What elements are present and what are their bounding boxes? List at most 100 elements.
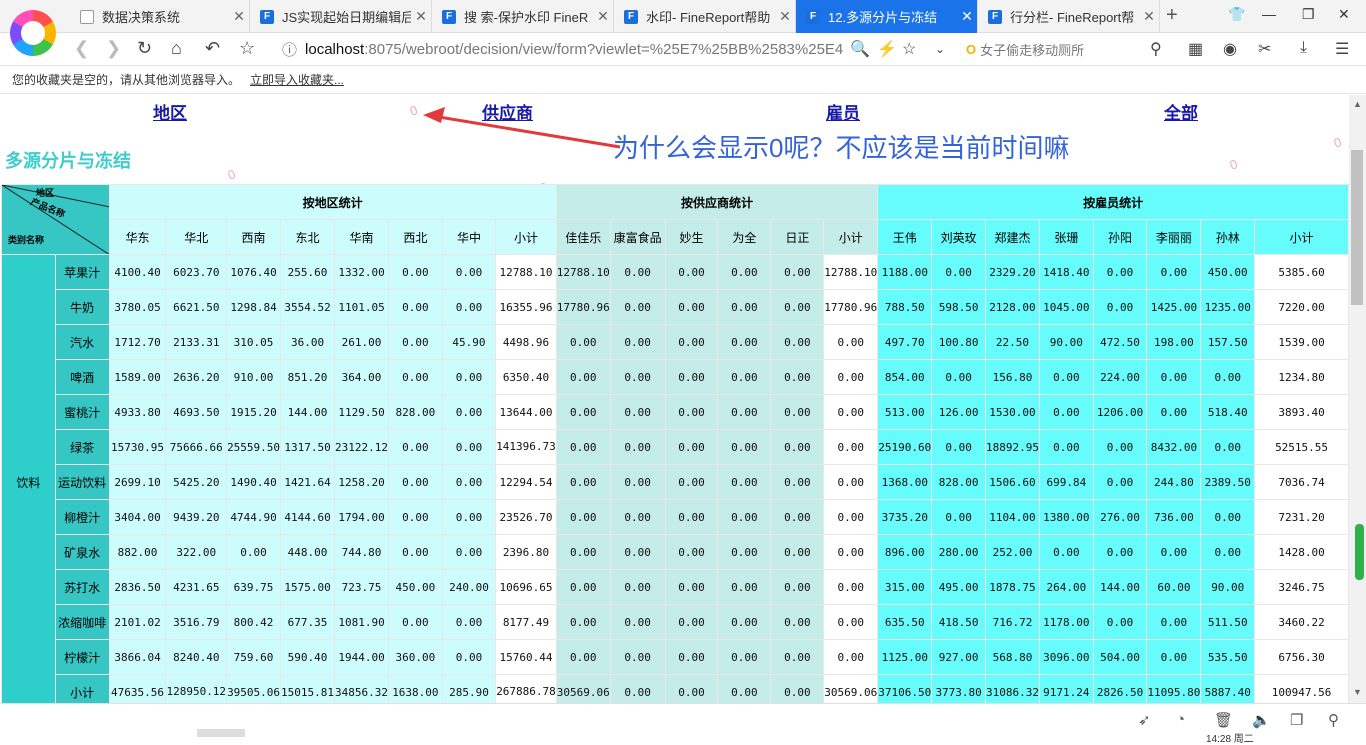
supplier-value-cell: 0.00 [717, 324, 772, 360]
scroll-thumb[interactable] [1351, 150, 1363, 305]
product-name-cell: 运动饮料 [54, 464, 110, 500]
menu-icon[interactable]: ☰ [1335, 39, 1349, 59]
region-value-cell: 255.60 [280, 254, 336, 290]
supplier-value-cell: 0.00 [609, 429, 666, 465]
employee-value-cell: 252.00 [984, 534, 1040, 570]
browser-tab[interactable]: F JS实现起始日期编辑后 ✕ [250, 0, 432, 33]
trash-icon[interactable]: 🗑 [1214, 711, 1233, 729]
region-value-cell: 8177.49 [495, 604, 557, 640]
nav-link-all[interactable]: 全部 [1164, 99, 1198, 124]
employee-value-cell: 518.40 [1200, 394, 1256, 430]
browser-tab[interactable]: F 水印- FineReport帮助 ✕ [614, 0, 796, 33]
rocket-icon[interactable]: ➶ [1138, 711, 1151, 729]
region-value-cell: 15760.44 [495, 639, 557, 675]
tab-close-icon[interactable]: ✕ [229, 8, 249, 25]
column-header: 佳佳乐 [555, 219, 611, 255]
region-value-cell: 1317.50 [280, 429, 336, 465]
employee-value-cell: 3460.22 [1254, 604, 1349, 640]
shirt-skin-icon[interactable]: 👕 [1228, 6, 1245, 23]
column-header: 王伟 [877, 219, 933, 255]
import-favorites-link[interactable]: 立即导入收藏夹... [250, 71, 344, 88]
supplier-value-cell: 0.00 [717, 289, 772, 325]
close-window-icon[interactable]: ✕ [1338, 6, 1350, 23]
favorite-star-icon[interactable]: ☆ [902, 39, 916, 59]
dropdown-chevron-icon[interactable]: ⌄ [935, 42, 945, 56]
browser-tab[interactable]: F 行分栏- FineReport帮 ✕ [978, 0, 1160, 33]
download-icon[interactable]: ⤓ [1300, 39, 1307, 57]
employee-value-cell: 224.00 [1092, 359, 1148, 395]
supplier-value-cell: 0.00 [555, 429, 611, 465]
scroll-down-icon[interactable]: ▼ [1353, 687, 1362, 697]
employee-value-cell: 244.80 [1146, 464, 1202, 500]
scissors-icon[interactable]: ✂ [1258, 39, 1271, 59]
supplier-value-cell: 0.00 [609, 534, 666, 570]
supplier-value-cell: 0.00 [770, 604, 825, 640]
region-value-cell: 12788.10 [495, 254, 557, 290]
region-value-cell: 4933.80 [108, 394, 167, 430]
region-value-cell: 12294.54 [495, 464, 557, 500]
volume-icon[interactable]: 🔈 [1252, 711, 1271, 729]
region-value-cell: 2101.02 [108, 604, 167, 640]
back-icon[interactable]: ❮ [74, 38, 89, 59]
page-icon [80, 9, 94, 24]
finereport-icon: F [806, 9, 820, 24]
search-input[interactable]: O 女子偷走移动厕所 [966, 37, 1170, 62]
tab-close-icon[interactable]: ✕ [1139, 8, 1159, 25]
employee-value-cell: 100947.56 [1254, 674, 1349, 703]
window-icon[interactable]: ❐ [1290, 711, 1303, 729]
nav-link-region[interactable]: 地区 [153, 99, 187, 124]
tab-close-icon[interactable]: ✕ [775, 8, 795, 25]
bookmark-star-icon[interactable]: ☆ [239, 38, 255, 59]
region-value-cell: 6621.50 [165, 289, 228, 325]
tab-close-icon[interactable]: ✕ [957, 8, 977, 25]
supplier-value-cell: 30569.06 [823, 674, 879, 703]
region-value-cell: 75666.66 [165, 429, 228, 465]
employee-value-cell: 0.00 [1092, 254, 1148, 290]
employee-value-cell: 144.00 [1092, 569, 1148, 605]
refresh-speed-icon[interactable]: ◔ [1176, 711, 1185, 728]
vertical-scrollbar[interactable]: ▲ ▼ [1349, 95, 1366, 703]
browser-tab[interactable]: 数据决策系统 ✕ [70, 0, 250, 33]
column-header: 日正 [770, 219, 825, 255]
region-value-cell: 1421.64 [280, 464, 336, 500]
employee-value-cell: 1418.40 [1038, 254, 1094, 290]
tab-close-icon[interactable]: ✕ [593, 8, 613, 25]
employee-value-cell: 198.00 [1146, 324, 1202, 360]
supplier-value-cell: 0.00 [823, 429, 879, 465]
zoom-search-icon[interactable]: ⚲ [1328, 711, 1339, 729]
employee-value-cell: 788.50 [877, 289, 933, 325]
product-name-cell: 苹果汁 [54, 254, 110, 290]
column-header: 小计 [1254, 219, 1349, 255]
tab-close-icon[interactable]: ✕ [411, 8, 431, 25]
region-value-cell: 364.00 [334, 359, 390, 395]
color-circle-icon[interactable]: ◉ [1223, 39, 1237, 59]
undo-icon[interactable]: ↶ [205, 38, 220, 59]
region-value-cell: 723.75 [334, 569, 390, 605]
scroll-up-icon[interactable]: ▲ [1353, 99, 1362, 109]
minimize-icon[interactable]: — [1262, 6, 1276, 22]
supplier-value-cell: 0.00 [770, 569, 825, 605]
search-icon[interactable]: ⚲ [1150, 39, 1162, 59]
forward-icon[interactable]: ❯ [106, 38, 121, 59]
supplier-value-cell: 0.00 [823, 394, 879, 430]
region-value-cell: 1944.00 [334, 639, 390, 675]
employee-value-cell: 511.50 [1200, 604, 1256, 640]
lightning-icon[interactable]: ⚡ [877, 39, 897, 59]
restore-icon[interactable]: ❐ [1302, 6, 1315, 23]
employee-value-cell: 450.00 [1200, 254, 1256, 290]
region-value-cell: 4744.90 [226, 499, 282, 535]
new-tab-plus-icon[interactable]: + [1166, 4, 1178, 27]
reload-icon[interactable]: ↻ [137, 38, 152, 59]
nav-link-employee[interactable]: 雇员 [826, 99, 860, 124]
home-icon[interactable]: ⌂ [171, 38, 182, 59]
browser-tab[interactable]: F 12.多源分片与冻结 ✕ [796, 0, 978, 33]
apps-grid-icon[interactable]: ▦ [1188, 39, 1203, 59]
zoom-icon[interactable]: 🔍 [850, 39, 870, 59]
favbar-message: 您的收藏夹是空的，请从其他浏览器导入。 [12, 73, 241, 87]
browser-tab[interactable]: F 搜 索-保护水印 FineR ✕ [432, 0, 614, 33]
supplier-value-cell: 0.00 [770, 289, 825, 325]
browser-logo-icon[interactable] [10, 10, 56, 56]
employee-value-cell: 3893.40 [1254, 394, 1349, 430]
employee-value-cell: 472.50 [1092, 324, 1148, 360]
security-info-icon[interactable]: ⓘ [282, 39, 297, 60]
